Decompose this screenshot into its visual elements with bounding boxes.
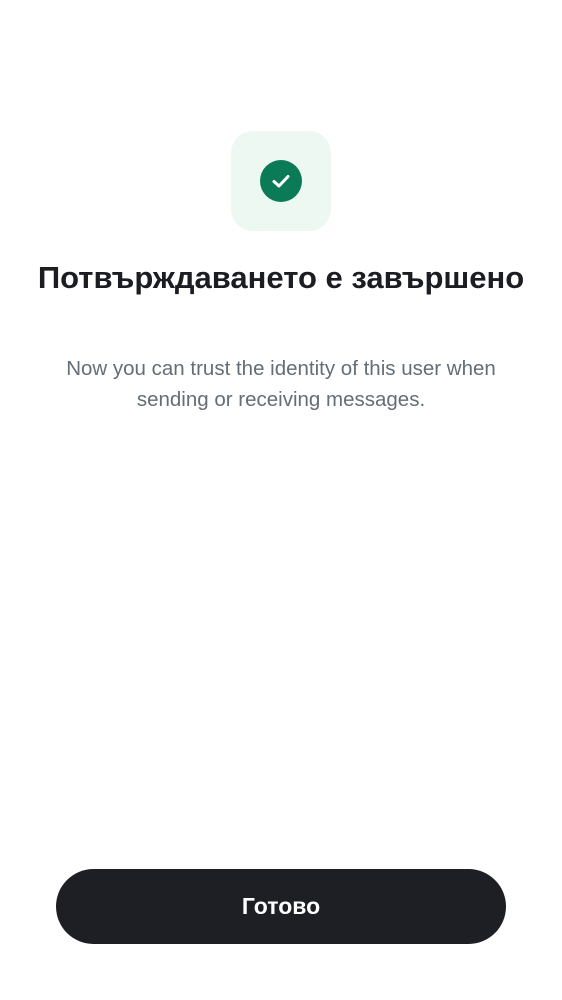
checkmark-icon — [272, 175, 290, 188]
done-button[interactable]: Готово — [56, 869, 506, 944]
check-circle-icon — [260, 160, 302, 202]
status-icon-tile — [231, 131, 331, 231]
page-title: Потвърждаването е завършено — [37, 260, 525, 295]
verification-complete-screen: Потвърждаването е завършено Now you can … — [0, 0, 562, 1000]
page-subtitle: Now you can trust the identity of this u… — [66, 357, 496, 411]
